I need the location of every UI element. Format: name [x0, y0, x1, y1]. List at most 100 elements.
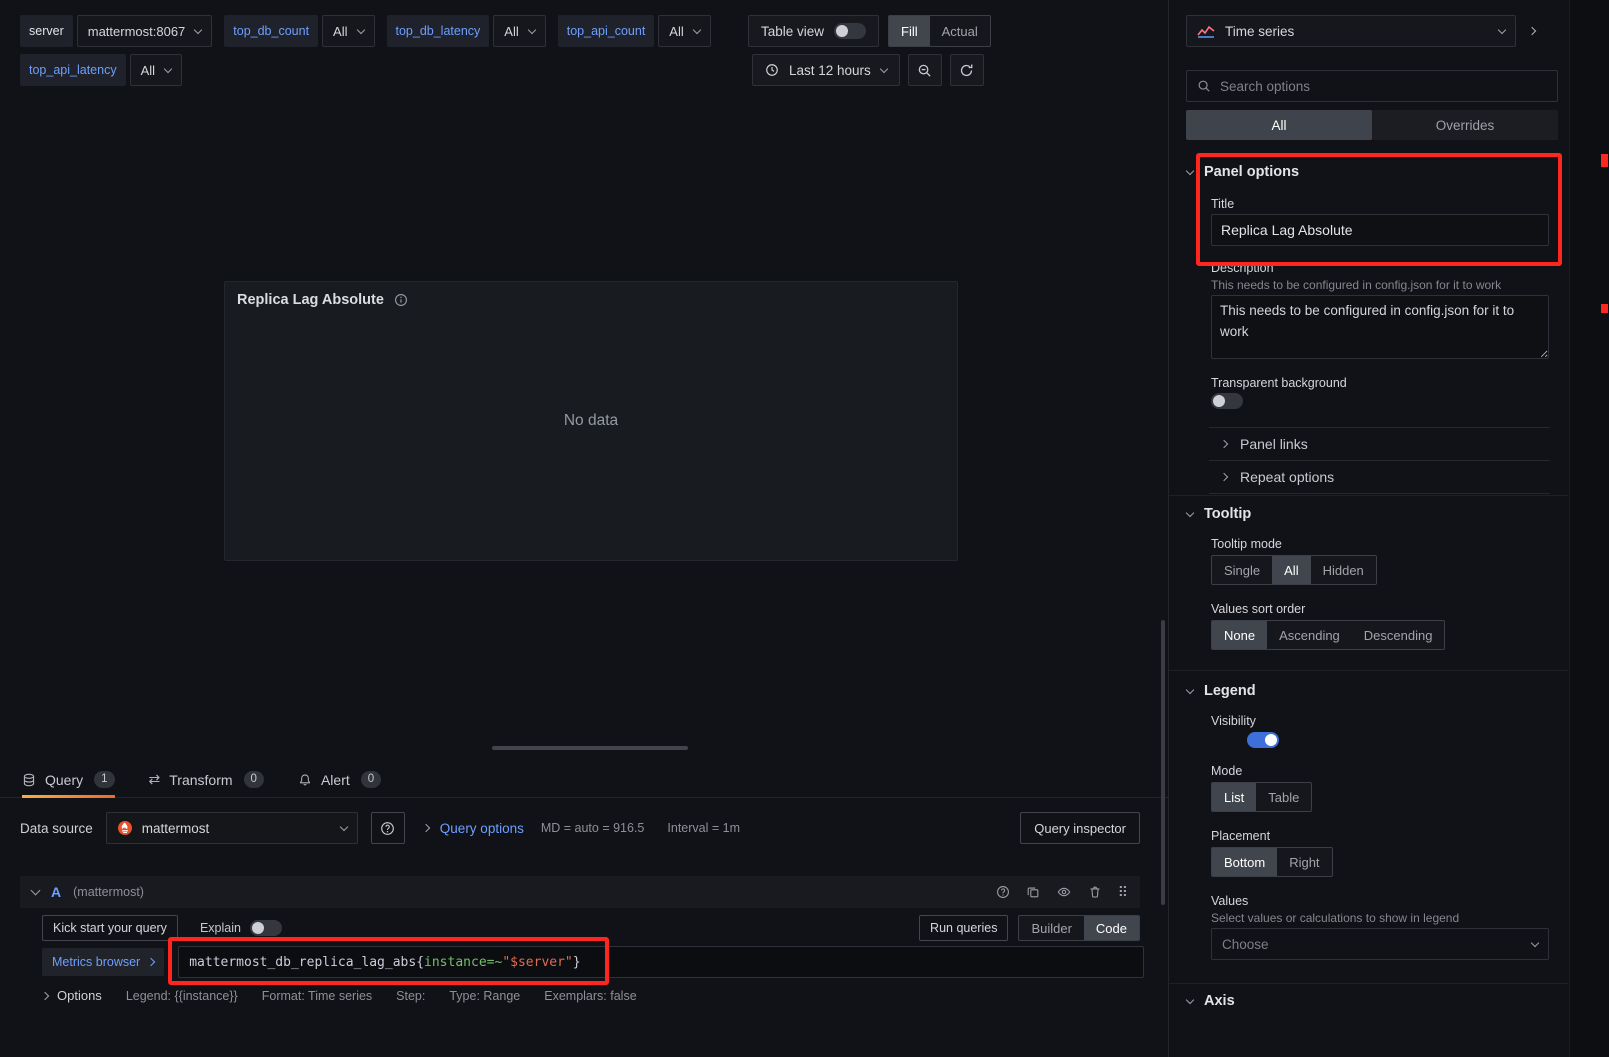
clock-icon — [765, 63, 779, 77]
options-toggle[interactable]: Options — [42, 988, 102, 1003]
fill-option[interactable]: Fill — [889, 16, 930, 46]
table-view-toggle[interactable] — [834, 23, 866, 39]
variable-label: top_api_count — [558, 15, 655, 47]
promql-string: "$server" — [502, 955, 572, 970]
info-icon[interactable] — [394, 293, 408, 307]
axis-section-header[interactable]: Axis — [1187, 993, 1235, 1009]
tab-badge: 1 — [94, 771, 114, 788]
legend-values-label: Values — [1211, 894, 1248, 908]
chevron-down-icon — [1186, 685, 1194, 693]
builder-option[interactable]: Builder — [1019, 916, 1083, 940]
variables-row-1: server mattermost:8067 top_db_count All … — [20, 15, 711, 47]
sort-descending-option[interactable]: Descending — [1352, 621, 1445, 649]
type-summary: Type: Range — [449, 989, 520, 1003]
tooltip-hidden-option[interactable]: Hidden — [1311, 556, 1376, 584]
section-title: Tooltip — [1204, 506, 1251, 522]
kick-start-query-button[interactable]: Kick start your query — [42, 915, 178, 941]
time-series-chart-icon — [1197, 24, 1215, 38]
tab-badge: 0 — [361, 771, 381, 788]
visualization-picker[interactable]: Time series — [1186, 15, 1516, 47]
promql-operator: =~ — [487, 955, 503, 970]
explain-toggle[interactable] — [250, 920, 282, 936]
actual-option[interactable]: Actual — [930, 16, 990, 46]
sort-ascending-option[interactable]: Ascending — [1267, 621, 1352, 649]
tab-query[interactable]: Query 1 — [22, 762, 115, 797]
tooltip-section-header[interactable]: Tooltip — [1187, 506, 1251, 522]
time-controls: Last 12 hours — [752, 54, 984, 86]
legend-section-header[interactable]: Legend — [1187, 683, 1256, 699]
placement-bottom-option[interactable]: Bottom — [1212, 848, 1277, 876]
variable-label: top_db_latency — [387, 15, 490, 47]
toggle-visibility-eye-icon[interactable] — [1056, 885, 1072, 899]
panel-description-textarea[interactable]: This needs to be configured in config.js… — [1211, 295, 1549, 359]
variable-value-dropdown[interactable]: All — [493, 15, 545, 47]
panel-title-input[interactable] — [1211, 214, 1549, 246]
sort-none-option[interactable]: None — [1212, 621, 1267, 649]
panel-links-row[interactable]: Panel links — [1209, 427, 1550, 460]
repeat-options-row[interactable]: Repeat options — [1209, 460, 1550, 493]
max-data-points-summary: MD = auto = 916.5 — [541, 821, 645, 835]
legend-table-option[interactable]: Table — [1256, 783, 1311, 811]
chevron-down-icon — [1498, 25, 1506, 33]
no-data-message: No data — [564, 412, 618, 430]
metrics-browser-button[interactable]: Metrics browser — [42, 948, 164, 976]
query-code-input[interactable]: mattermost_db_replica_lag_abs{instance=~… — [178, 946, 1144, 978]
builder-code-switch: Builder Code — [1018, 915, 1140, 941]
transparent-background-label: Transparent background — [1211, 376, 1347, 390]
panel-options-section-header[interactable]: Panel options — [1187, 164, 1299, 180]
metrics-browser-label: Metrics browser — [52, 955, 140, 969]
query-inspector-button[interactable]: Query inspector — [1020, 812, 1140, 844]
values-sort-switch: None Ascending Descending — [1211, 620, 1445, 650]
code-option[interactable]: Code — [1084, 916, 1139, 940]
legend-mode-switch: List Table — [1211, 782, 1312, 812]
section-divider — [1169, 670, 1568, 671]
duplicate-query-icon[interactable] — [1026, 885, 1040, 899]
panel-header: Replica Lag Absolute — [225, 282, 957, 318]
run-queries-button[interactable]: Run queries — [919, 915, 1008, 941]
variable-value-dropdown[interactable]: All — [130, 54, 182, 86]
panel-view-controls: Table view Fill Actual — [748, 15, 991, 47]
search-input[interactable] — [1220, 79, 1547, 94]
panel-options-collapsibles: Panel links Repeat options — [1209, 427, 1550, 494]
options-pane: Time series All Overrides Panel options … — [1168, 0, 1609, 1057]
chevron-down-icon — [340, 822, 348, 830]
step-summary: Step: — [396, 989, 425, 1003]
chevron-right-icon — [147, 958, 155, 966]
visualization-name: Time series — [1225, 24, 1294, 39]
tooltip-all-option[interactable]: All — [1272, 556, 1310, 584]
variable-top-db-count: top_db_count All — [224, 15, 374, 47]
collapse-query-icon[interactable] — [31, 886, 41, 896]
time-range-picker[interactable]: Last 12 hours — [752, 54, 900, 86]
panel-preview: Replica Lag Absolute No data — [224, 281, 958, 561]
annotation-marker — [1601, 154, 1608, 167]
query-help-icon[interactable] — [996, 885, 1010, 899]
variable-value-dropdown[interactable]: All — [322, 15, 374, 47]
transparent-background-toggle[interactable] — [1211, 393, 1243, 409]
tab-transform[interactable]: ⇄ Transform 0 — [149, 762, 264, 797]
zoom-out-button[interactable] — [908, 54, 942, 86]
fill-actual-switch: Fill Actual — [888, 15, 991, 47]
legend-placement-switch: Bottom Right — [1211, 847, 1333, 877]
legend-mode-label: Mode — [1211, 764, 1242, 778]
tab-overrides[interactable]: Overrides — [1372, 110, 1558, 140]
datasource-picker[interactable]: mattermost — [106, 812, 358, 844]
legend-values-select[interactable]: Choose — [1211, 928, 1549, 960]
variable-value-dropdown[interactable]: mattermost:8067 — [77, 15, 213, 47]
placement-right-option[interactable]: Right — [1277, 848, 1331, 876]
tab-all[interactable]: All — [1186, 110, 1372, 140]
tab-alert[interactable]: Alert 0 — [298, 762, 381, 797]
pane-resize-handle[interactable] — [492, 746, 688, 750]
legend-list-option[interactable]: List — [1212, 783, 1256, 811]
datasource-help-button[interactable] — [371, 812, 405, 844]
delete-query-trash-icon[interactable] — [1088, 885, 1102, 899]
collapse-pane-button[interactable] — [1529, 22, 1535, 37]
tooltip-single-option[interactable]: Single — [1212, 556, 1272, 584]
query-options-toggle[interactable]: Query options — [423, 821, 524, 836]
variable-top-api-count: top_api_count All — [558, 15, 711, 47]
scrollbar-thumb[interactable] — [1161, 620, 1165, 905]
legend-visibility-toggle[interactable] — [1247, 732, 1279, 748]
section-title: Panel options — [1204, 164, 1299, 180]
refresh-button[interactable] — [950, 54, 984, 86]
variable-value-dropdown[interactable]: All — [658, 15, 710, 47]
drag-handle-icon[interactable]: ⠿ — [1118, 884, 1128, 901]
